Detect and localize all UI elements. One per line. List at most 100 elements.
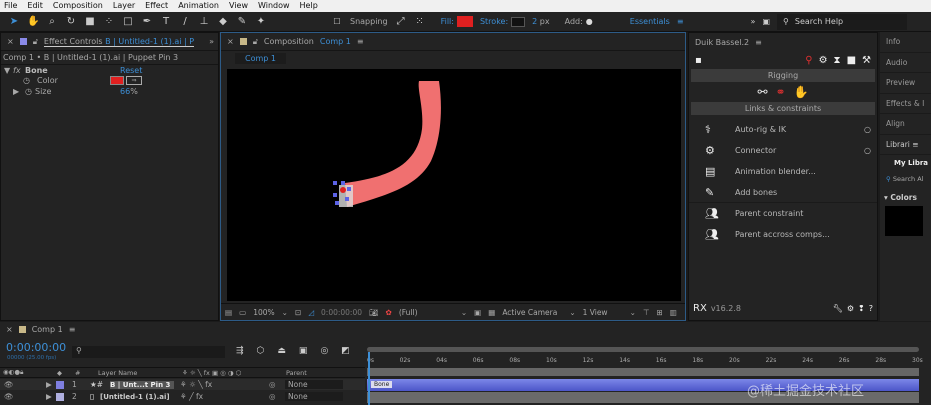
- parent-across-comps-button[interactable]: 👥︎ Parent accross comps...: [689, 224, 877, 245]
- close-icon[interactable]: ×: [6, 325, 13, 334]
- layer-switches[interactable]: ⚘ ☼ ╲ fx: [174, 380, 269, 389]
- pickwhip-icon[interactable]: ◎: [269, 380, 285, 389]
- transparency-grid-icon[interactable]: ▦: [488, 308, 495, 317]
- zoom-tool-icon[interactable]: ⌕: [46, 16, 58, 27]
- fast-preview-icon[interactable]: ⊞: [656, 308, 662, 317]
- viewer-timecode[interactable]: 0:00:00:00: [321, 308, 362, 317]
- eraser-tool-icon[interactable]: ◆: [217, 16, 229, 27]
- feedback-icon[interactable]: ❢: [858, 304, 865, 313]
- selection-tool-icon[interactable]: ➤: [8, 16, 20, 27]
- channel-icon[interactable]: ✿: [386, 308, 392, 317]
- effects-presets-tab[interactable]: Effects & I: [880, 94, 931, 114]
- links-icon[interactable]: ⚭: [776, 85, 786, 99]
- stamp-tool-icon[interactable]: ⊥: [198, 16, 210, 27]
- frame-blending-icon[interactable]: ▣: [299, 346, 308, 356]
- layer-label-color[interactable]: [56, 392, 64, 401]
- camera-dropdown[interactable]: Active Camera: [502, 308, 562, 317]
- library-search-input[interactable]: Search Al: [893, 175, 924, 183]
- always-preview-icon[interactable]: ▤: [225, 308, 232, 317]
- panel-overflow-icon[interactable]: »: [209, 37, 218, 46]
- menu-window[interactable]: Window: [258, 0, 290, 12]
- time-ruler-area[interactable]: 0s 02s 04s 06s 08s 10s 12s 14s 16s 18s 20s 22s 24s 26…: [367, 344, 923, 405]
- shy-layers-icon[interactable]: ⏏: [277, 346, 286, 356]
- fx-icon[interactable]: fx: [13, 66, 25, 75]
- menu-composition[interactable]: Composition: [53, 0, 103, 12]
- libraries-panel-tab[interactable]: Librari ≡: [880, 135, 931, 155]
- snap-option-icon[interactable]: ⤢: [395, 16, 407, 27]
- type-tool-icon[interactable]: T: [160, 16, 172, 27]
- rotate-tool-icon[interactable]: ↻: [65, 16, 77, 27]
- mask-toggle-icon[interactable]: ◿: [308, 308, 314, 317]
- search-help-input[interactable]: ⚲ Search Help: [777, 13, 907, 30]
- expand-icon[interactable]: ▶: [46, 392, 56, 401]
- table-row[interactable]: 👁︎ ▶ 2 ▯ [Untitled-1 (1).ai] ⚘ ╱ fx ◎ No…: [0, 391, 365, 402]
- work-area-bar[interactable]: [367, 347, 919, 352]
- visibility-icon[interactable]: 👁︎: [0, 392, 46, 401]
- animation-icon[interactable]: ⧗: [834, 55, 841, 66]
- panel-menu-icon[interactable]: ≡: [357, 37, 364, 46]
- expand-icon[interactable]: ▶: [1, 87, 25, 96]
- graph-editor-icon[interactable]: ◩: [341, 346, 350, 356]
- snapping-checkbox[interactable]: ☐: [331, 17, 343, 26]
- duik-tab[interactable]: Duik Bassel.2 ≡: [689, 33, 877, 51]
- collapse-icon[interactable]: ▼: [1, 66, 13, 75]
- help-icon[interactable]: ?: [869, 304, 873, 313]
- animation-blender-button[interactable]: ▤ Animation blender...: [689, 161, 877, 182]
- bones-icon[interactable]: ⚯: [757, 85, 767, 99]
- composition-tab[interactable]: × 🔓︎ Composition Comp 1 ≡: [221, 33, 685, 51]
- layer-switches[interactable]: ⚘ ╱ fx: [174, 392, 269, 401]
- camera-tool-icon[interactable]: ■: [84, 16, 96, 27]
- menu-layer[interactable]: Layer: [113, 0, 135, 12]
- monitor-icon[interactable]: ▭: [239, 308, 246, 317]
- audio-panel-tab[interactable]: Audio: [880, 53, 931, 73]
- note-icon[interactable]: ▪: [695, 55, 702, 66]
- library-dropdown[interactable]: My Libra: [880, 155, 931, 167]
- puppet-tool-icon[interactable]: ✦: [255, 16, 267, 27]
- reset-button[interactable]: Reset: [120, 66, 142, 75]
- hand-tool-icon[interactable]: ✋: [27, 16, 39, 27]
- menu-animation[interactable]: Animation: [178, 0, 219, 12]
- menu-effect[interactable]: Effect: [145, 0, 168, 12]
- add-icon[interactable]: ●: [586, 17, 593, 26]
- preview-panel-tab[interactable]: Preview: [880, 73, 931, 94]
- pickwhip-icon[interactable]: ◎: [269, 392, 285, 401]
- current-time[interactable]: 0:00:00:00: [6, 341, 66, 354]
- tools-icon[interactable]: ⚒: [862, 55, 871, 66]
- bug-icon[interactable]: ⚙: [847, 304, 854, 313]
- draft-3d-icon[interactable]: ⬡: [257, 346, 265, 356]
- menu-view[interactable]: View: [229, 0, 248, 12]
- rectangle-tool-icon[interactable]: □: [122, 16, 134, 27]
- timeline-tab[interactable]: × Comp 1 ≡: [6, 325, 75, 334]
- snapshot-icon[interactable]: 📷︎: [369, 308, 379, 317]
- pan-behind-tool-icon[interactable]: ⁘: [103, 16, 115, 27]
- sync-icon[interactable]: ▣: [762, 17, 770, 26]
- effect-controls-tab[interactable]: × 🔓︎ Effect Controls B | Untitled-1 (1).…: [1, 33, 218, 51]
- work-area-range[interactable]: [367, 368, 919, 376]
- options-icon[interactable]: ○: [864, 146, 877, 155]
- rigging-icon[interactable]: ⚲: [805, 55, 812, 66]
- camera-icon[interactable]: ■: [847, 55, 856, 66]
- workspace-menu-icon[interactable]: ≡: [677, 17, 684, 26]
- stopwatch-icon[interactable]: ◷: [1, 76, 30, 85]
- layer-label-color[interactable]: [56, 380, 64, 389]
- color-swatch[interactable]: [110, 76, 124, 85]
- snap-grid-icon[interactable]: ⁙: [414, 16, 426, 27]
- flowchart-icon[interactable]: ⊤: [643, 308, 650, 317]
- close-icon[interactable]: ×: [227, 37, 234, 46]
- table-row[interactable]: 👁︎ ▶ 1 ★# B | Unt...t Pin 3 ⚘ ☼ ╲ fx ◎ N…: [0, 379, 365, 390]
- parent-dropdown[interactable]: None: [285, 392, 343, 401]
- view-layout-dropdown[interactable]: 1 View: [583, 308, 623, 317]
- align-panel-tab[interactable]: Align: [880, 114, 931, 135]
- lock-icon[interactable]: 🔓︎: [253, 37, 258, 47]
- stroke-swatch[interactable]: [511, 16, 526, 27]
- stopwatch-icon[interactable]: ◷: [25, 87, 35, 96]
- active-pin[interactable]: [340, 187, 346, 193]
- menu-help[interactable]: Help: [300, 0, 318, 12]
- more-workspaces-icon[interactable]: »: [751, 17, 756, 26]
- menu-edit[interactable]: Edit: [27, 0, 43, 12]
- layer-name[interactable]: [Untitled-1 (1).ai]: [100, 393, 174, 401]
- workspace-essentials[interactable]: Essentials: [630, 17, 670, 26]
- visibility-icon[interactable]: 👁︎: [0, 380, 46, 389]
- composition-mini-flowchart-icon[interactable]: ⇶: [236, 346, 244, 356]
- comp-flow-tab[interactable]: Comp 1: [235, 53, 286, 64]
